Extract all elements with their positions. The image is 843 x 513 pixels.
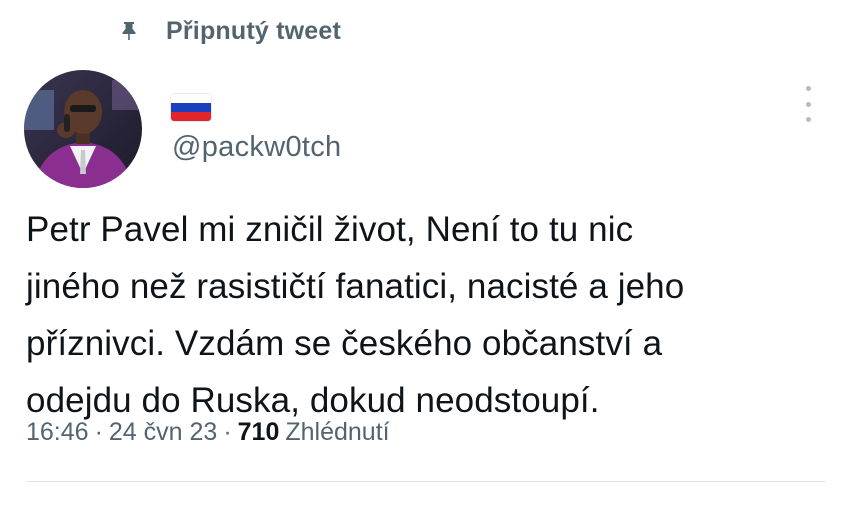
more-options-icon[interactable]	[798, 86, 818, 122]
tweet-text-line: Petr Pavel mi zničil život, Není to tu n…	[26, 210, 634, 249]
tweet-date[interactable]: 24 čvn 23	[109, 418, 217, 447]
tweet-time[interactable]: 16:46	[26, 418, 89, 447]
divider	[26, 481, 826, 482]
meta-separator: ·	[223, 418, 232, 446]
tweet-text-line: jiného než rasističtí fanatici, nacisté …	[26, 267, 685, 306]
views-count: 710	[237, 418, 280, 446]
author-handle[interactable]: @packw0tch	[172, 131, 341, 164]
views-label: Zhlédnutí	[285, 418, 390, 446]
pinned-tweet-header: Připnutý tweet	[118, 14, 341, 48]
pinned-tweet-label: Připnutý tweet	[166, 16, 342, 45]
meta-separator: ·	[94, 418, 103, 446]
avatar[interactable]	[24, 70, 142, 188]
pin-icon	[118, 20, 140, 42]
tweet-text-line: příznivci. Vzdám se českého občanství a	[26, 324, 663, 363]
tweet-text: Petr Pavel mi zničil život, Není to tu n…	[26, 201, 816, 429]
tweet-meta: 16:46 · 24 čvn 23 · 710 Zhlédnutí	[26, 418, 390, 447]
russia-flag-icon	[171, 94, 211, 121]
